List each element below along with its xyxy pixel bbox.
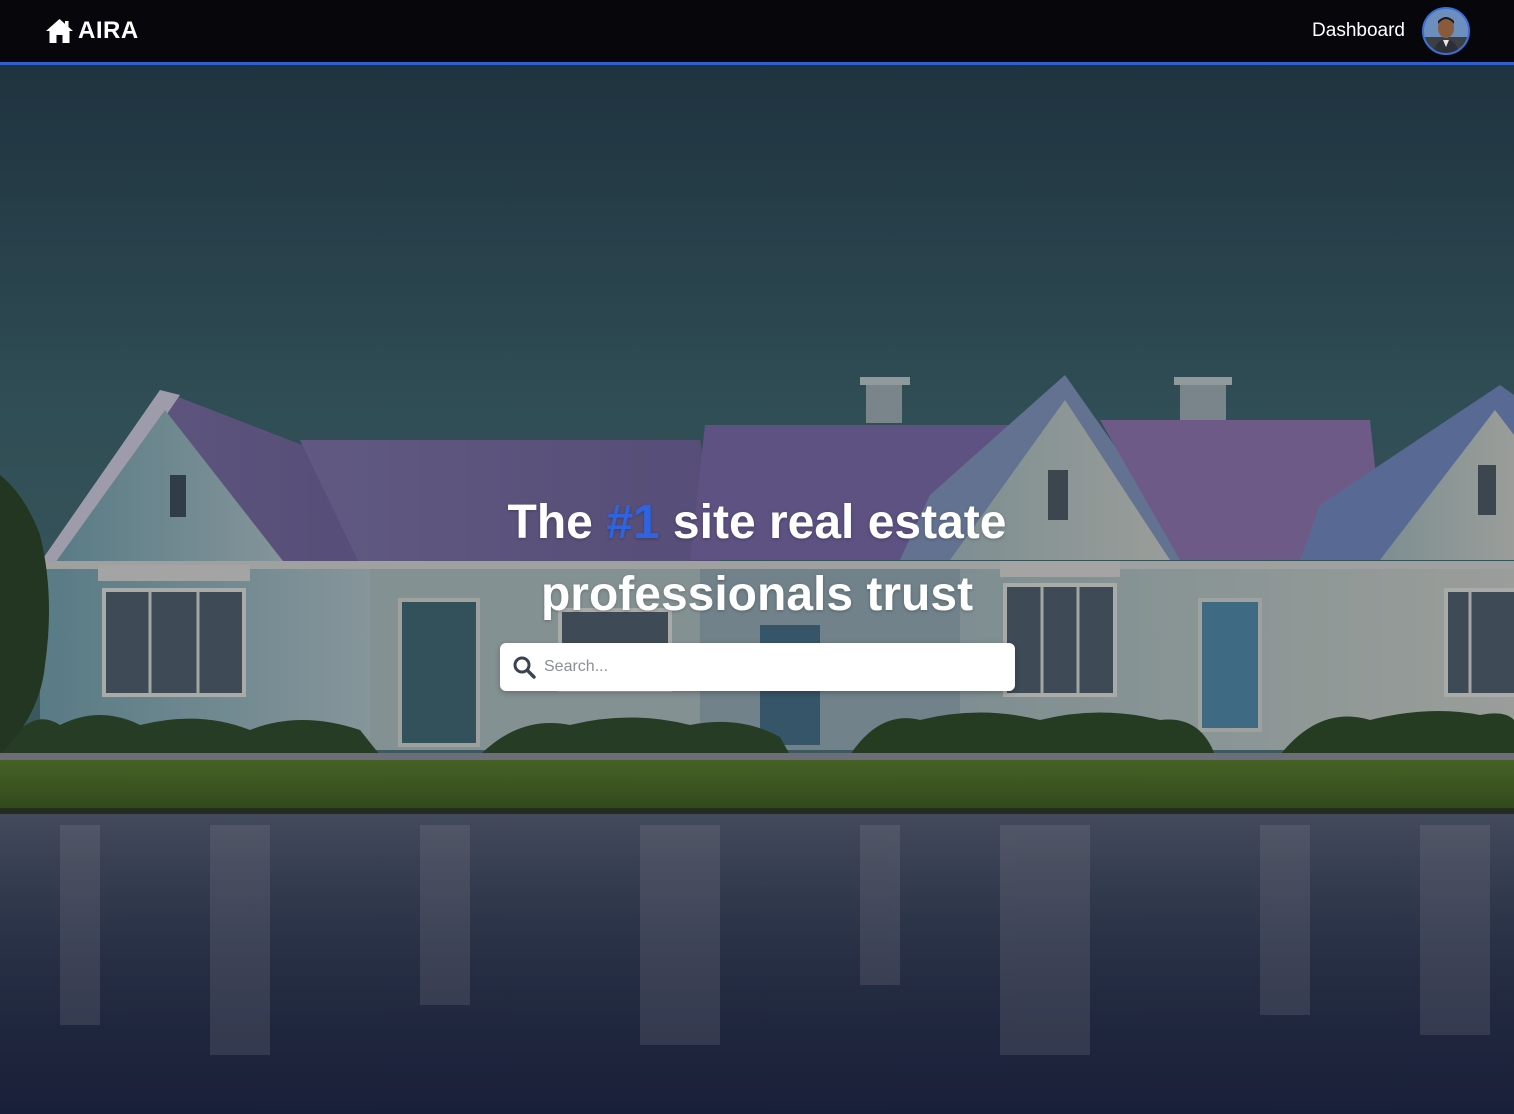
search-icon[interactable] [512, 655, 536, 679]
headline-accent: #1 [606, 496, 660, 549]
brand-logo-link[interactable]: AIRA [45, 16, 139, 46]
brand-name: AIRA [78, 17, 139, 44]
hero-headline: The #1 site real estate professionals tr… [457, 487, 1057, 631]
hero-section: The #1 site real estate professionals tr… [0, 65, 1514, 1114]
search-input[interactable] [544, 647, 1003, 687]
top-navbar: AIRA Dashboard [0, 0, 1514, 65]
nav-right-group: Dashboard [1312, 7, 1470, 55]
user-avatar[interactable] [1422, 7, 1470, 55]
headline-prefix: The [507, 496, 607, 549]
search-bar [500, 643, 1015, 691]
dashboard-link[interactable]: Dashboard [1312, 20, 1405, 42]
home-icon [45, 18, 74, 44]
